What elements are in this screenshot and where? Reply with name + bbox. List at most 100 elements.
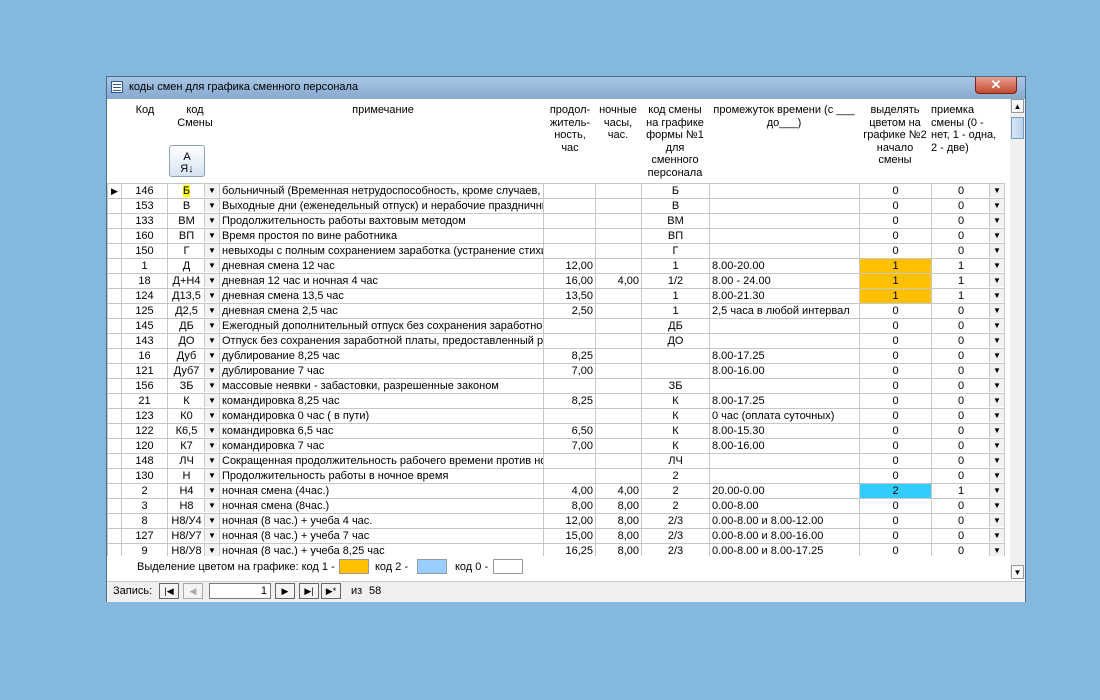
next-record-icon[interactable]: ▶	[275, 583, 295, 599]
cell-nochnye[interactable]	[595, 288, 642, 304]
priemka-value[interactable]: 1	[958, 485, 964, 497]
cell-kod-smeny[interactable]: Н ▼	[167, 468, 220, 484]
cell-kod-na-grafike[interactable]: ВМ	[641, 213, 710, 229]
priemka-value[interactable]: 0	[958, 545, 964, 556]
cell-primechanie[interactable]: Сокращенная продолжительность рабочего в…	[219, 453, 544, 469]
cell-priemka[interactable]: 0 ▼	[931, 498, 1005, 514]
record-selector[interactable]	[107, 258, 122, 274]
record-selector[interactable]	[107, 528, 122, 544]
cell-vydelyat[interactable]: 1	[859, 273, 932, 289]
cell-priemka[interactable]: 0 ▼	[931, 348, 1005, 364]
kod-smeny-value[interactable]: ДО	[178, 335, 194, 347]
cell-nochnye[interactable]: 8,00	[595, 498, 642, 514]
kod-smeny-value[interactable]: Н8	[179, 500, 193, 512]
record-selector[interactable]	[107, 483, 122, 499]
dropdown-arrow-icon[interactable]: ▼	[989, 529, 1004, 542]
cell-nochnye[interactable]	[595, 243, 642, 259]
dropdown-arrow-icon[interactable]: ▼	[989, 319, 1004, 332]
cell-kod-smeny[interactable]: В ▼	[167, 198, 220, 214]
cell-prodolzhitelnost[interactable]	[543, 378, 596, 394]
cell-kod-na-grafike[interactable]: 1	[641, 258, 710, 274]
cell-primechanie[interactable]: дневная смена 2,5 час	[219, 303, 544, 319]
table-row[interactable]: 120 К7 ▼ командировка 7 час 7,00 К 8.00-16.00 0…	[107, 438, 1005, 454]
cell-kod-smeny[interactable]: Н8/У4 ▼	[167, 513, 220, 529]
cell-kod-na-grafike[interactable]: К	[641, 408, 710, 424]
scroll-thumb[interactable]	[1011, 117, 1024, 139]
priemka-value[interactable]: 0	[958, 380, 964, 392]
priemka-value[interactable]: 0	[958, 410, 964, 422]
cell-nochnye[interactable]	[595, 438, 642, 454]
cell-promezhutok[interactable]: 0.00-8.00	[709, 498, 860, 514]
dropdown-arrow-icon[interactable]: ▼	[989, 229, 1004, 242]
dropdown-arrow-icon[interactable]: ▼	[204, 199, 219, 212]
cell-kod-na-grafike[interactable]: 2/3	[641, 513, 710, 529]
dropdown-arrow-icon[interactable]: ▼	[989, 409, 1004, 422]
cell-promezhutok[interactable]: 0.00-8.00 и 8.00-17.25	[709, 543, 860, 556]
cell-kod-na-grafike[interactable]	[641, 363, 710, 379]
cell-kod[interactable]: 16	[121, 348, 168, 364]
cell-promezhutok[interactable]: 8.00-17.25	[709, 348, 860, 364]
scroll-down-icon[interactable]: ▼	[1011, 565, 1024, 579]
cell-priemka[interactable]: 0 ▼	[931, 318, 1005, 334]
cell-prodolzhitelnost[interactable]	[543, 453, 596, 469]
cell-primechanie[interactable]: Продолжительность работы вахтовым методо…	[219, 213, 544, 229]
kod-smeny-value[interactable]: ДБ	[179, 320, 194, 332]
previous-record-icon[interactable]: ◀	[183, 583, 203, 599]
dropdown-arrow-icon[interactable]: ▼	[204, 289, 219, 302]
close-button[interactable]: ✕	[975, 77, 1017, 94]
cell-promezhutok[interactable]: 8.00-21.30	[709, 288, 860, 304]
record-selector[interactable]	[107, 408, 122, 424]
cell-kod[interactable]: 21	[121, 393, 168, 409]
cell-priemka[interactable]: 0 ▼	[931, 303, 1005, 319]
record-selector[interactable]	[107, 198, 122, 214]
dropdown-arrow-icon[interactable]: ▼	[204, 274, 219, 287]
dropdown-arrow-icon[interactable]: ▼	[204, 424, 219, 437]
cell-kod-na-grafike[interactable]: Б	[641, 183, 710, 199]
record-selector[interactable]	[107, 423, 122, 439]
priemka-value[interactable]: 0	[958, 395, 964, 407]
table-row[interactable]: 160 ВП ▼ Время простоя по вине работника ВП 0…	[107, 228, 1005, 244]
priemka-value[interactable]: 1	[958, 290, 964, 302]
cell-primechanie[interactable]: дневная смена 12 час	[219, 258, 544, 274]
cell-vydelyat[interactable]: 0	[859, 363, 932, 379]
cell-priemka[interactable]: 0 ▼	[931, 408, 1005, 424]
dropdown-arrow-icon[interactable]: ▼	[989, 334, 1004, 347]
cell-kod[interactable]: 143	[121, 333, 168, 349]
cell-vydelyat[interactable]: 0	[859, 408, 932, 424]
cell-kod[interactable]: 121	[121, 363, 168, 379]
cell-primechanie[interactable]: невыходы с полным сохранением заработка …	[219, 243, 544, 259]
dropdown-arrow-icon[interactable]: ▼	[204, 259, 219, 272]
cell-kod-smeny[interactable]: Д2,5 ▼	[167, 303, 220, 319]
cell-kod[interactable]: 8	[121, 513, 168, 529]
cell-nochnye[interactable]	[595, 183, 642, 199]
cell-primechanie[interactable]: дневная 12 час и ночная 4 час	[219, 273, 544, 289]
cell-vydelyat[interactable]: 0	[859, 378, 932, 394]
table-row[interactable]: 133 ВМ ▼ Продолжительность работы вахтовым …	[107, 213, 1005, 229]
cell-promezhutok[interactable]: 0.00-8.00 и 8.00-12.00	[709, 513, 860, 529]
cell-vydelyat[interactable]: 2	[859, 483, 932, 499]
dropdown-arrow-icon[interactable]: ▼	[204, 244, 219, 257]
cell-kod-na-grafike[interactable]: 2	[641, 468, 710, 484]
dropdown-arrow-icon[interactable]: ▼	[204, 439, 219, 452]
dropdown-arrow-icon[interactable]: ▼	[204, 304, 219, 317]
cell-vydelyat[interactable]: 0	[859, 513, 932, 529]
cell-promezhutok[interactable]: 8.00-15.30	[709, 423, 860, 439]
table-row[interactable]: ▶ 146 Б ▼ больничный (Временная нетрудоспосо…	[107, 183, 1005, 199]
cell-kod[interactable]: 9	[121, 543, 168, 556]
table-row[interactable]: 3 Н8 ▼ ночная смена (8час.) 8,00 8,00 2 0.00-8.…	[107, 498, 1005, 514]
cell-promezhutok[interactable]: 0 час (оплата суточных)	[709, 408, 860, 424]
cell-promezhutok[interactable]	[709, 453, 860, 469]
cell-kod-na-grafike[interactable]: Г	[641, 243, 710, 259]
record-selector[interactable]	[107, 468, 122, 484]
dropdown-arrow-icon[interactable]: ▼	[204, 499, 219, 512]
cell-kod[interactable]: 2	[121, 483, 168, 499]
cell-kod-na-grafike[interactable]: 2/3	[641, 528, 710, 544]
kod-smeny-value[interactable]: Б	[182, 185, 191, 197]
cell-kod-smeny[interactable]: ВП ▼	[167, 228, 220, 244]
cell-nochnye[interactable]	[595, 213, 642, 229]
dropdown-arrow-icon[interactable]: ▼	[204, 379, 219, 392]
last-record-icon[interactable]: ▶|	[299, 583, 319, 599]
cell-kod-smeny[interactable]: ДО ▼	[167, 333, 220, 349]
record-selector[interactable]	[107, 498, 122, 514]
record-selector[interactable]	[107, 393, 122, 409]
